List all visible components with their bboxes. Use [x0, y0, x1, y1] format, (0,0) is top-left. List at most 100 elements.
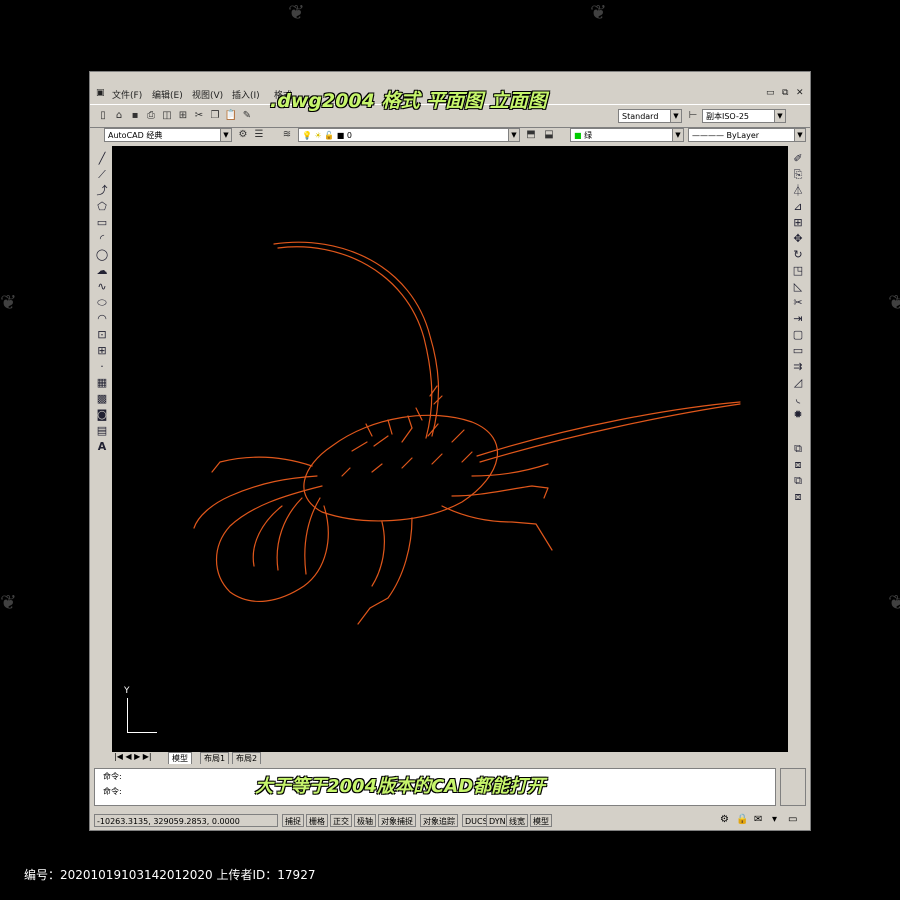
text-style-select[interactable]: Standard ▼: [618, 109, 682, 123]
autocad-window: ▣ 文件(F) 编辑(E) 视图(V) 插入(I) 格式 ▭ ⧉ ✕ ▯ ⌂ ▪…: [89, 71, 811, 831]
restore-icon[interactable]: ⧉: [782, 88, 788, 98]
drawing-canvas[interactable]: Y: [112, 146, 788, 752]
rotate-icon[interactable]: ↻: [791, 248, 805, 262]
insert-block-icon[interactable]: ⊡: [95, 328, 109, 342]
paste-icon[interactable]: 📋: [224, 109, 238, 123]
menu-file[interactable]: 文件(F): [112, 88, 142, 101]
snap-button[interactable]: 捕捉: [282, 814, 304, 827]
layout-tabs: |◀ ◀ ▶ ▶| 模型 布局1 布局2: [112, 752, 788, 765]
extend-icon[interactable]: ⇥: [791, 312, 805, 326]
draworder-under-icon[interactable]: ⧈: [791, 490, 805, 504]
offset-icon[interactable]: ⊿: [791, 200, 805, 214]
properties-toolbar: AutoCAD 经典 ▼ ⚙ ☰ ≋ 💡 ☀ 🔓 ■ 0 ▼ ⬒ ⬓ ■ 绿 ▼ ——…: [90, 126, 810, 144]
chevron-down-icon: ▼: [670, 110, 681, 122]
menu-insert[interactable]: 插入(I): [232, 88, 260, 101]
layer-manager-icon[interactable]: ☰: [252, 128, 266, 142]
draworder-back-icon[interactable]: ⧈: [791, 458, 805, 472]
layers-icon[interactable]: ≋: [280, 128, 294, 142]
app-icon[interactable]: ▣: [96, 88, 105, 98]
workspace-select[interactable]: AutoCAD 经典 ▼: [104, 128, 232, 142]
workspace-value: AutoCAD 经典: [108, 131, 163, 140]
polyline-icon[interactable]: ⤴: [95, 184, 109, 198]
explode-icon[interactable]: ✹: [791, 408, 805, 422]
menu-edit[interactable]: 编辑(E): [152, 88, 183, 101]
polygon-icon[interactable]: ⬠: [95, 200, 109, 214]
lock-icon[interactable]: 🔒: [736, 814, 748, 825]
circle-icon[interactable]: ◯: [95, 248, 109, 262]
trim-icon[interactable]: ✂: [791, 296, 805, 310]
ortho-button[interactable]: 正交: [330, 814, 352, 827]
model-button[interactable]: 模型: [530, 814, 552, 827]
table-icon[interactable]: ▤: [95, 424, 109, 438]
communication-icon[interactable]: ✉: [754, 814, 762, 825]
ellipse-arc-icon[interactable]: ◠: [95, 312, 109, 326]
revcloud-icon[interactable]: ☁: [95, 264, 109, 278]
region-icon[interactable]: ◙: [95, 408, 109, 422]
draworder-front-icon[interactable]: ⧉: [791, 474, 805, 488]
print-icon[interactable]: ⎙: [144, 109, 158, 123]
lineweight-button[interactable]: 线宽: [506, 814, 528, 827]
workspace-settings-icon[interactable]: ⚙: [236, 128, 250, 142]
chevron-down-icon[interactable]: ▾: [772, 814, 777, 825]
mirror-icon[interactable]: ⏃: [791, 184, 805, 198]
cut-icon[interactable]: ✂: [192, 109, 206, 123]
bulb-icon: 💡: [302, 131, 312, 140]
fillet-icon[interactable]: ◟: [791, 392, 805, 406]
gradient-icon[interactable]: ▩: [95, 392, 109, 406]
color-swatch-icon: ■: [336, 131, 345, 140]
dim-style-value: 副本ISO-25: [706, 112, 750, 121]
command-scrollbar[interactable]: [780, 768, 806, 806]
tab-nav-icon[interactable]: |◀ ◀ ▶ ▶|: [114, 752, 152, 761]
point-icon[interactable]: ·: [95, 360, 109, 374]
text-icon[interactable]: A: [95, 440, 109, 454]
dim-style-select[interactable]: 副本ISO-25 ▼: [702, 109, 786, 123]
erase-icon[interactable]: ✐: [791, 152, 805, 166]
make-block-icon[interactable]: ⊞: [95, 344, 109, 358]
clean-screen-icon[interactable]: ▭: [788, 814, 797, 825]
hatch-icon[interactable]: ▦: [95, 376, 109, 390]
linetype-select[interactable]: ———— ByLayer ▼: [688, 128, 806, 142]
chamfer-icon[interactable]: ◿: [791, 376, 805, 390]
line-icon[interactable]: ╱: [95, 152, 109, 166]
tray-settings-icon[interactable]: ⚙: [720, 814, 729, 825]
grid-button[interactable]: 栅格: [306, 814, 328, 827]
chevron-down-icon: ▼: [794, 129, 805, 141]
menu-view[interactable]: 视图(V): [192, 88, 223, 101]
osnap-button[interactable]: 对象捕捉: [378, 814, 416, 827]
otrack-button[interactable]: 对象追踪: [420, 814, 458, 827]
arc-icon[interactable]: ◜: [95, 232, 109, 246]
construction-line-icon[interactable]: ⟋: [95, 168, 109, 182]
join-icon[interactable]: ⇉: [791, 360, 805, 374]
layer-select[interactable]: 💡 ☀ 🔓 ■ 0 ▼: [298, 128, 520, 142]
preview-icon[interactable]: ◫: [160, 109, 174, 123]
layer-value: 0: [346, 131, 352, 140]
array-icon[interactable]: ⊞: [791, 216, 805, 230]
open-icon[interactable]: ⌂: [112, 109, 126, 123]
layer-previous-icon[interactable]: ⬓: [542, 128, 556, 142]
save-icon[interactable]: ▪: [128, 109, 142, 123]
layer-current-icon[interactable]: ⬒: [524, 128, 538, 142]
color-select[interactable]: ■ 绿 ▼: [570, 128, 684, 142]
copy-icon[interactable]: ❐: [208, 109, 222, 123]
lobster-drawing: [193, 241, 741, 625]
publish-icon[interactable]: ⊞: [176, 109, 190, 123]
break-icon[interactable]: ▭: [791, 344, 805, 358]
polar-button[interactable]: 极轴: [354, 814, 376, 827]
move-icon[interactable]: ✥: [791, 232, 805, 246]
dimstyle-icon[interactable]: ⊢: [686, 109, 700, 123]
spline-icon[interactable]: ∿: [95, 280, 109, 294]
restore-icon[interactable]: ▭: [766, 88, 775, 98]
coordinates-readout: -10263.3135, 329059.2853, 0.0000: [94, 814, 278, 827]
ucs-x-axis: [127, 732, 157, 733]
chevron-down-icon: ▼: [508, 129, 519, 141]
break-point-icon[interactable]: ▢: [791, 328, 805, 342]
ellipse-icon[interactable]: ⬭: [95, 296, 109, 310]
rectangle-icon[interactable]: ▭: [95, 216, 109, 230]
new-icon[interactable]: ▯: [96, 109, 110, 123]
scale-icon[interactable]: ◳: [791, 264, 805, 278]
draworder-icon[interactable]: ⧉: [791, 442, 805, 456]
match-icon[interactable]: ✎: [240, 109, 254, 123]
close-icon[interactable]: ✕: [796, 88, 804, 98]
stretch-icon[interactable]: ◺: [791, 280, 805, 294]
copy-object-icon[interactable]: ⎘: [791, 168, 805, 182]
